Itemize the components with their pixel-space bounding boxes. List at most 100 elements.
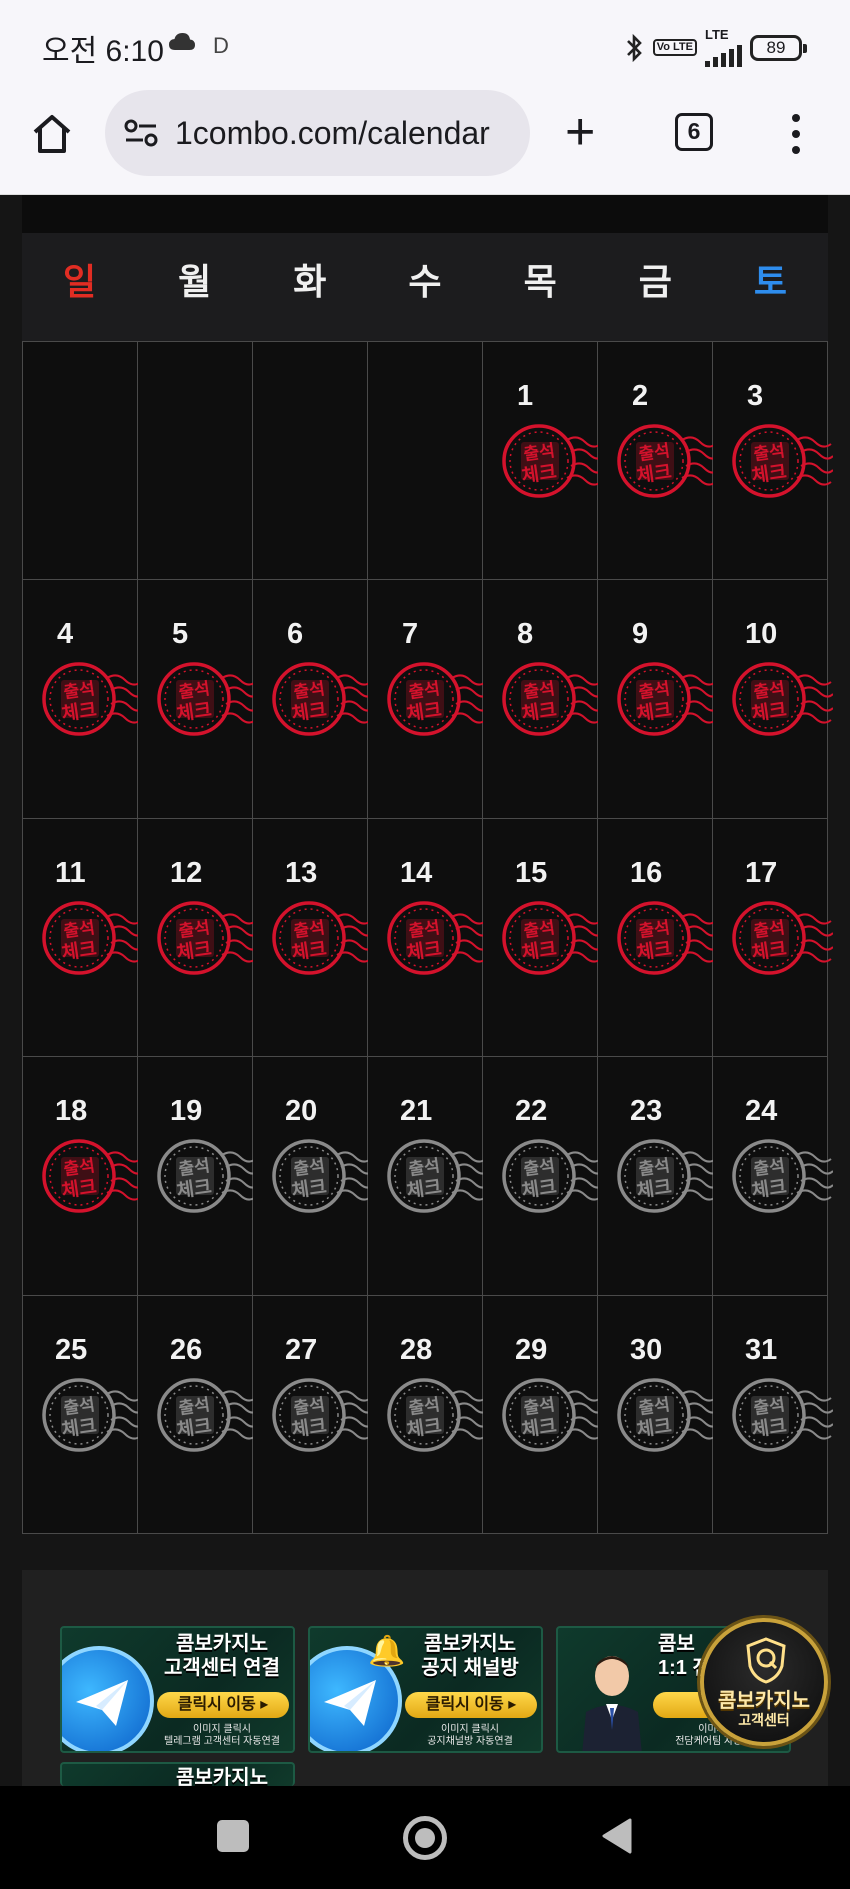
weekday-wed: 수 <box>408 261 442 302</box>
calendar-day-17: 17 출석 체크 <box>713 818 833 1058</box>
more-menu-icon[interactable] <box>790 114 802 154</box>
recent-apps-button[interactable] <box>217 1820 249 1852</box>
weekday-header: 일 월 화 수 목 금 토 <box>22 233 828 341</box>
weekday-fri: 금 <box>638 261 672 302</box>
calendar-day-24: 24 출석 체크 <box>713 1057 833 1296</box>
calendar-day-8: 8 출석 체크 <box>483 580 603 819</box>
day-number: 9 <box>632 618 649 651</box>
calendar-empty-cell <box>253 342 368 581</box>
calendar-day-3: 3 출석 체크 <box>713 342 833 581</box>
svg-text:체크: 체크 <box>750 461 788 488</box>
attendance-stamp-icon: 출석체크 <box>502 1377 603 1452</box>
attendance-stamp-icon: 출석체크 <box>157 901 258 975</box>
svg-text:체크: 체크 <box>520 461 558 488</box>
address-bar[interactable]: 1combo.com/calendar <box>105 90 530 176</box>
day-number: 23 <box>630 1095 663 1128</box>
day-number: 30 <box>630 1333 663 1366</box>
attendance-stamp-icon: 출석체크 <box>617 424 718 498</box>
calendar-day-26: 26 출석 체크 <box>138 1295 258 1534</box>
svg-text:체크: 체크 <box>520 1176 558 1203</box>
calendar-day-7: 7 출석 체크 <box>368 580 488 819</box>
calendar-day-28: 28 출석 체크 <box>368 1295 488 1534</box>
attendance-stamp-icon: 출석체크 <box>157 1377 258 1452</box>
svg-text:체크: 체크 <box>175 699 213 726</box>
attendance-stamp-icon: 출석체크 <box>272 1139 373 1213</box>
attendance-stamp-icon: 출석체크 <box>732 424 833 498</box>
calendar-day-1: 1 출석 체크 <box>483 342 603 581</box>
home-icon[interactable] <box>28 110 76 158</box>
svg-text:체크: 체크 <box>60 1414 98 1441</box>
svg-text:체크: 체크 <box>60 938 98 965</box>
calendar-day-18: 18 출석 체크 <box>23 1057 143 1296</box>
day-number: 1 <box>517 380 534 412</box>
back-icon[interactable] <box>598 1816 634 1856</box>
svg-text:체크: 체크 <box>290 938 328 965</box>
svg-text:체크: 체크 <box>635 1176 673 1203</box>
calendar-day-16: 16 출석 체크 <box>598 818 718 1058</box>
calendar-day-14: 14 출석 체크 <box>368 818 488 1058</box>
weekday-tue: 화 <box>293 261 327 302</box>
url-text[interactable]: 1combo.com/calendar <box>175 115 520 152</box>
volte-icon: Vo LTE <box>652 39 697 56</box>
home-button[interactable] <box>403 1816 447 1860</box>
bell-icon: 🔔 <box>368 1635 406 1668</box>
site-settings-icon[interactable] <box>123 117 159 149</box>
calendar-day-5: 5 출석 체크 <box>138 580 258 819</box>
weekday-sat: 토 <box>753 261 787 302</box>
svg-text:체크: 체크 <box>60 699 98 726</box>
day-number: 4 <box>57 618 74 651</box>
attendance-stamp-icon: 출석체크 <box>272 901 373 975</box>
calendar-grid: 1 출석 체크 2 출석 체크 3 출석 체크 4 출석 체크 5 출석 체크 6 출석 체크 7 출석 체크 8 출석 체크… <box>22 341 833 1534</box>
status-icons: Vo LTE LTE 89 <box>625 28 807 67</box>
svg-text:체크: 체크 <box>405 1414 443 1441</box>
svg-text:체크: 체크 <box>520 938 558 965</box>
customer-center-button[interactable]: 콤보카지노 고객센터 <box>700 1618 828 1746</box>
banner-sub: 텔레그램 고객센터 자동연결 <box>164 1736 280 1747</box>
day-number: 21 <box>400 1095 433 1128</box>
svg-text:체크: 체크 <box>520 1414 558 1441</box>
calendar-day-23: 23 출석 체크 <box>598 1057 718 1296</box>
calendar-day-6: 6 출석 체크 <box>253 580 373 819</box>
attendance-stamp-icon: 출석체크 <box>732 1139 833 1213</box>
day-number: 11 <box>55 856 86 889</box>
svg-text:체크: 체크 <box>635 938 673 965</box>
paper-plane-icon <box>324 1680 376 1726</box>
svg-text:체크: 체크 <box>750 1414 788 1441</box>
tab-switcher-button[interactable]: 6 <box>675 113 713 151</box>
calendar-day-27: 27 출석 체크 <box>253 1295 373 1534</box>
svg-text:체크: 체크 <box>635 699 673 726</box>
attendance-stamp-icon: 출석체크 <box>272 1377 373 1452</box>
attendance-stamp-icon: 출석체크 <box>42 901 143 975</box>
banner-sub: 이미지 클릭시 <box>193 1724 251 1735</box>
svg-text:체크: 체크 <box>175 938 213 965</box>
calendar-empty-cell <box>138 342 253 581</box>
partial-banner[interactable]: 콤보카지노 <box>60 1762 295 1786</box>
svg-text:체크: 체크 <box>290 699 328 726</box>
notice-channel-banner[interactable]: 🔔 콤보카지노 공지 채널방 클릭시 이동 ▸ 이미지 클릭시 공지채널방 자동연… <box>308 1626 543 1753</box>
calendar-day-11: 11 출석 체크 <box>23 818 143 1058</box>
banner-title: 콤보카지노 <box>176 1767 268 1786</box>
svg-text:체크: 체크 <box>750 1176 788 1203</box>
banner-cta[interactable]: 클릭시 이동 ▸ <box>157 1692 289 1718</box>
calendar-day-22: 22 출석 체크 <box>483 1057 603 1296</box>
calendar-day-9: 9 출석 체크 <box>598 580 718 819</box>
calendar-day-15: 15 출석 체크 <box>483 818 603 1058</box>
day-number: 31 <box>745 1333 778 1366</box>
attendance-stamp-icon: 출석체크 <box>42 1139 143 1213</box>
attendance-stamp-icon: 출석체크 <box>617 662 718 737</box>
day-number: 2 <box>632 380 649 412</box>
day-number: 24 <box>745 1095 778 1128</box>
day-number: 18 <box>55 1095 88 1128</box>
battery-icon: 89 <box>750 34 807 61</box>
new-tab-button[interactable]: + <box>565 106 595 158</box>
day-number: 6 <box>287 618 304 651</box>
day-number: 17 <box>745 856 778 889</box>
svg-text:체크: 체크 <box>405 938 443 965</box>
signal-bars-icon <box>705 41 742 67</box>
svg-text:체크: 체크 <box>635 1414 673 1441</box>
calendar-day-30: 30 출석 체크 <box>598 1295 718 1534</box>
banner-cta[interactable]: 클릭시 이동 ▸ <box>405 1692 537 1718</box>
day-number: 15 <box>515 856 548 889</box>
day-number: 26 <box>170 1333 203 1366</box>
telegram-support-banner[interactable]: 콤보카지노 고객센터 연결 클릭시 이동 ▸ 이미지 클릭시 텔레그램 고객센터 … <box>60 1626 295 1753</box>
